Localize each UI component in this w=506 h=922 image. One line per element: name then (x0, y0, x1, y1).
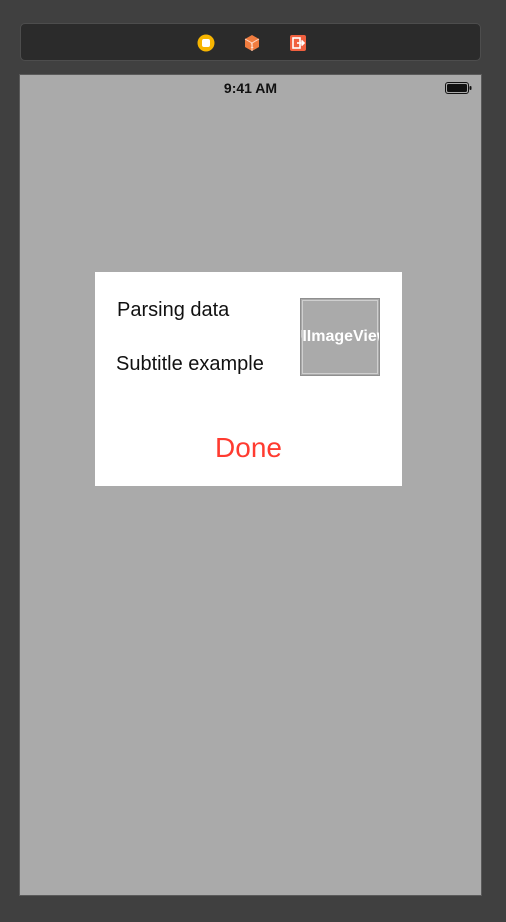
scene-dock-toolbar: 1 (20, 23, 481, 61)
image-view-label: UIImageView (301, 328, 379, 345)
battery-icon (445, 82, 472, 94)
dialog-subtitle: Subtitle example (116, 353, 264, 375)
first-responder-icon[interactable]: 1 (243, 34, 261, 52)
view-controller-icon[interactable] (197, 34, 215, 52)
device-canvas: 9:41 AM Parsing data Subtitle example UI… (19, 74, 482, 896)
alert-dialog: Parsing data Subtitle example UIImageVie… (95, 272, 402, 486)
done-button[interactable]: Done (95, 432, 402, 464)
exit-icon[interactable] (289, 34, 307, 52)
status-time: 9:41 AM (223, 80, 278, 96)
svg-text:1: 1 (250, 43, 254, 50)
status-bar: 9:41 AM (20, 75, 481, 97)
dialog-title: Parsing data (117, 299, 230, 321)
image-view-placeholder: UIImageView (300, 298, 380, 376)
